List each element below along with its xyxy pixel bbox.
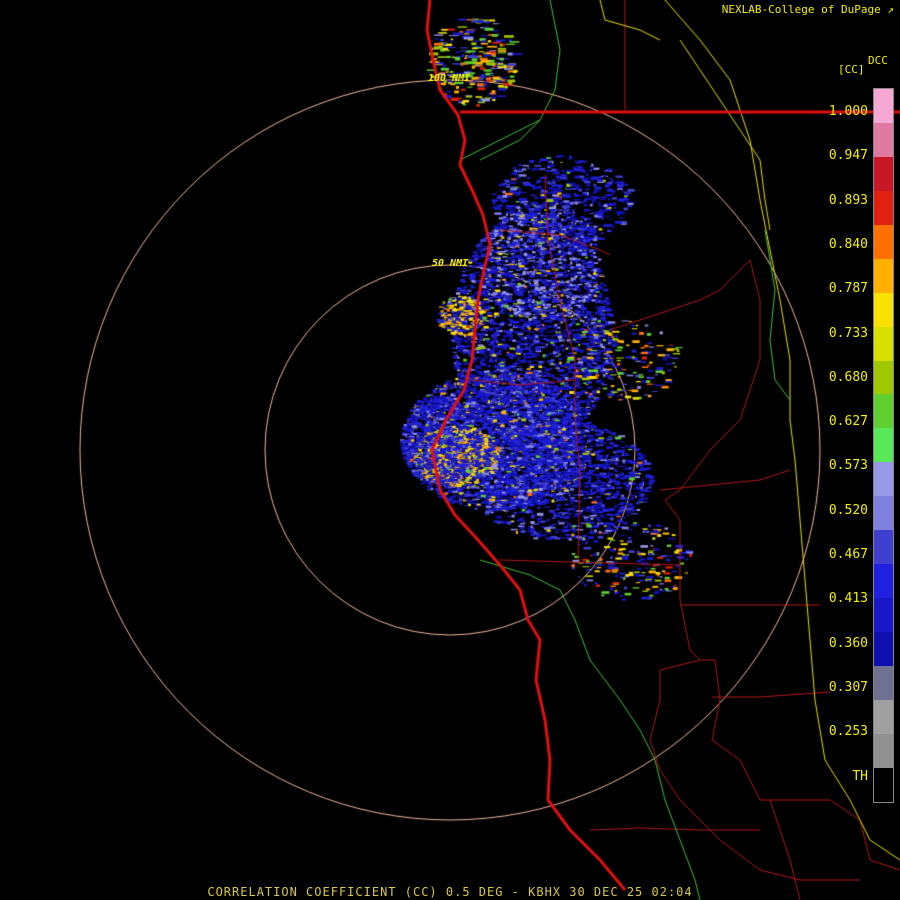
color-scale-tick-label: 0.787 [828,281,868,297]
color-scale-swatch [874,733,893,768]
color-scale-tick-label: 0.893 [828,192,868,208]
color-scale-swatch [874,665,893,700]
color-scale-tick-label: 0.520 [828,502,868,518]
range-label-100: 100 NMI [428,73,471,84]
color-scale-swatch [874,564,893,599]
color-scale-tick-label: 0.840 [828,236,868,252]
color-scale-swatch [874,89,893,123]
color-scale-swatch [874,598,893,632]
color-scale-tick-label: 0.680 [828,369,868,385]
color-scale-swatch [874,530,893,565]
color-scale-swatch [874,224,893,259]
color-scale-swatch [874,326,893,361]
color-scale-tick-label: 0.253 [828,724,868,740]
color-scale-swatch [874,156,893,191]
color-scale-tick-label: 0.733 [828,325,868,341]
color-scale-swatch [874,394,893,429]
color-scale-swatch [874,428,893,463]
color-scale-swatch [874,258,893,293]
credit-text: NEXLAB-College of DuPage [721,3,881,16]
product-caption: CORRELATION COEFFICIENT (CC) 0.5 DEG - K… [207,885,693,899]
color-scale-swatch [874,496,893,531]
color-scale-tick-label: 0.360 [828,635,868,651]
credit-label: NEXLAB-College of DuPage ↗ [722,3,894,16]
color-scale-swatch [874,462,893,497]
radar-map[interactable] [0,0,900,900]
color-scale-tick-label: 0.947 [828,148,868,164]
color-scale-swatch [874,699,893,734]
color-scale-tick-label: 0.413 [828,591,868,607]
color-scale-swatch [874,767,893,802]
legend-title: DCC [868,54,888,67]
color-scale-swatch [874,360,893,395]
color-scale-tick-label: 0.467 [828,547,868,562]
legend-unit: [CC] [838,63,865,76]
color-scale-tick-label: 0.307 [828,679,868,695]
color-scale-tick-label: 0.573 [828,458,868,474]
color-scale-swatch [874,632,893,666]
color-scale-tick-label: 0.627 [828,414,868,430]
range-label-50: 50 NMI [432,258,469,269]
external-link-icon[interactable]: ↗ [887,3,894,16]
color-scale-swatch [874,190,893,225]
color-scale-bar [873,88,894,803]
color-scale-tick-label: 1.000 [828,104,868,119]
color-scale-tick-label: TH [852,768,868,784]
color-scale-swatch [874,292,893,327]
color-scale-swatch [874,122,893,157]
